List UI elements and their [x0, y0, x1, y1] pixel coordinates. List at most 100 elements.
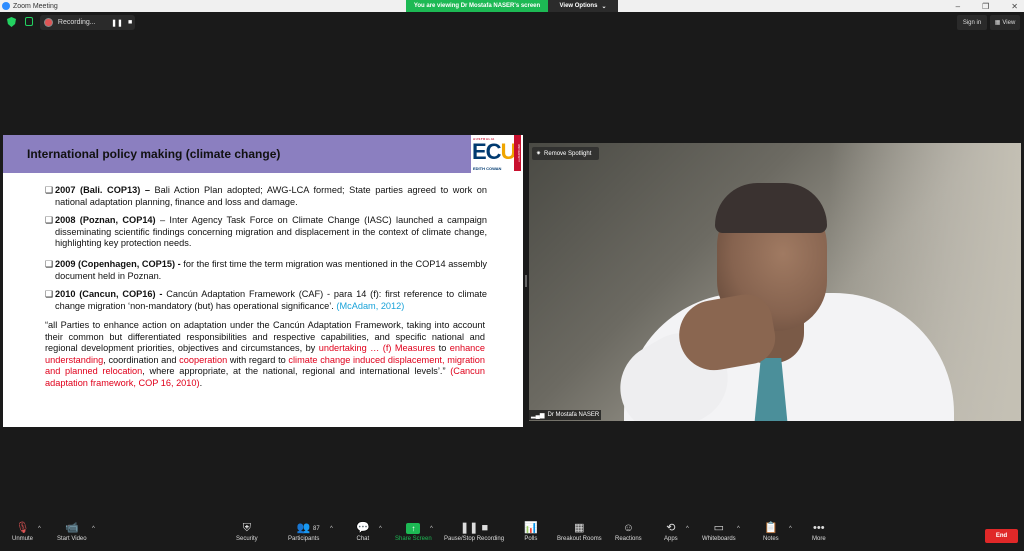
- quote-text: .: [199, 377, 203, 388]
- remove-spotlight-button[interactable]: ✷ Remove Spotlight: [532, 147, 599, 160]
- view-options-label: View Options: [559, 3, 598, 9]
- signal-strength-icon: ▂▄▆: [531, 412, 545, 419]
- notes-icon: 📋: [763, 522, 778, 534]
- chevron-up-icon[interactable]: ^: [686, 526, 689, 532]
- chevron-up-icon[interactable]: ^: [92, 526, 95, 532]
- window-title: Zoom Meeting: [13, 2, 58, 10]
- chevron-up-icon[interactable]: ^: [737, 526, 740, 532]
- shared-screen-slide: International policy making (climate cha…: [3, 135, 523, 427]
- unmute-label: Unmute: [12, 536, 34, 542]
- apps-button[interactable]: ⟲ Apps: [664, 521, 678, 549]
- chevron-up-icon[interactable]: ^: [38, 526, 41, 532]
- spotlight-icon: ✷: [536, 151, 542, 157]
- quote-highlight: cooperation: [179, 354, 228, 365]
- whiteboard-icon: ▭: [713, 522, 725, 534]
- cancun-quote: “all Parties to enhance action on adapta…: [45, 320, 485, 390]
- reactions-button[interactable]: ☺ Reactions: [615, 521, 642, 549]
- chat-button[interactable]: 💬 Chat: [356, 521, 370, 549]
- logo-ec: EC: [472, 139, 502, 164]
- ecu-logo: AUSTRALIA ECU EDITH COWAN UNIVERSITY: [471, 135, 523, 173]
- bullet-item: ❑ 2008 (Poznan, COP14) – Inter Agency Ta…: [45, 215, 487, 250]
- share-arrow-icon: ↑: [406, 523, 421, 534]
- speaker-video[interactable]: [529, 143, 1021, 421]
- breakout-rooms-button[interactable]: ▦ Breakout Rooms: [557, 521, 602, 549]
- recording-indicator: Recording... ❚❚ ■: [40, 15, 135, 30]
- polls-label: Polls: [524, 536, 538, 542]
- participant-name: Dr Mostafa NASER: [547, 412, 600, 418]
- share-screen-label: Share Screen: [395, 536, 432, 542]
- slide-header: International policy making (climate cha…: [3, 135, 471, 173]
- pause-stop-recording-button[interactable]: ❚❚ ■ Pause/Stop Recording: [444, 521, 504, 549]
- whiteboards-button[interactable]: ▭ Whiteboards: [702, 521, 736, 549]
- apps-icon: ⟲: [666, 522, 676, 534]
- participants-count: 87: [313, 526, 320, 532]
- logo-edith-cowan-text: EDITH COWAN: [473, 166, 502, 171]
- more-button[interactable]: ••• More: [812, 521, 826, 549]
- whiteboards-label: Whiteboards: [702, 536, 736, 542]
- checkbox-bullet-icon: ❑: [45, 215, 54, 225]
- chat-icon: 💬: [356, 522, 370, 534]
- pause-icon[interactable]: ❚❚: [111, 19, 123, 27]
- breakout-rooms-label: Breakout Rooms: [557, 536, 602, 542]
- bullet-heading: 2009 (Copenhagen, COP15) -: [55, 259, 181, 269]
- chat-label: Chat: [356, 536, 370, 542]
- sign-in-button[interactable]: Sign in: [957, 15, 987, 30]
- notes-label: Notes: [763, 536, 779, 542]
- view-button[interactable]: ▦ View: [990, 15, 1020, 30]
- checkbox-bullet-icon: ❑: [45, 185, 54, 195]
- bar-chart-icon: 📊: [524, 522, 538, 534]
- meeting-top-bar: [0, 12, 1024, 34]
- quote-text: , coordination and: [103, 354, 180, 365]
- chevron-up-icon[interactable]: ^: [379, 526, 382, 532]
- apps-label: Apps: [664, 536, 678, 542]
- view-options-button[interactable]: View Options ⌄: [548, 0, 618, 12]
- shield-icon: ⛨: [242, 522, 251, 534]
- minimize-icon[interactable]: –: [956, 2, 960, 11]
- checkbox-bullet-icon: ❑: [45, 259, 54, 269]
- reactions-label: Reactions: [615, 536, 642, 542]
- window-controls: – ❐ ✕: [956, 0, 1018, 12]
- notes-button[interactable]: 📋 Notes: [763, 521, 779, 549]
- chevron-up-icon[interactable]: ^: [430, 526, 433, 532]
- pause-stop-icon: ❚❚ ■: [459, 522, 489, 534]
- quote-highlight: undertaking … (f) Measures: [318, 343, 436, 354]
- start-video-label: Start Video: [57, 536, 87, 542]
- security-button[interactable]: ⛨ Security: [236, 521, 258, 549]
- bullet-item: ❑ 2007 (Bali. COP13) – Bali Action Plan …: [45, 185, 487, 208]
- pause-stop-recording-label: Pause/Stop Recording: [444, 536, 505, 542]
- quote-text: , where appropriate, at the national, re…: [142, 366, 451, 377]
- bullet-item: ❑ 2010 (Cancun, COP16) - Cancún Adaptati…: [45, 289, 487, 312]
- chevron-up-icon[interactable]: ^: [789, 526, 792, 532]
- bullet-item: ❑ 2009 (Copenhagen, COP15) - for the fir…: [45, 259, 487, 282]
- bullet-heading: 2010 (Cancun, COP16) -: [55, 289, 163, 299]
- zoom-app-icon: [2, 2, 10, 10]
- security-label: Security: [236, 536, 258, 542]
- end-meeting-button[interactable]: End: [985, 529, 1018, 543]
- logo-ecu-text: ECU: [472, 139, 516, 165]
- encryption-icon[interactable]: [25, 17, 33, 26]
- polls-button[interactable]: 📊 Polls: [524, 521, 538, 549]
- citation: (McAdam, 2012): [336, 300, 405, 311]
- participant-name-tag: ▂▄▆ Dr Mostafa NASER: [529, 410, 601, 420]
- speaker-hair: [715, 183, 827, 233]
- share-screen-button[interactable]: ↑ Share Screen: [395, 521, 432, 549]
- close-icon[interactable]: ✕: [1011, 2, 1018, 11]
- unmute-button[interactable]: 🎙 Unmute: [12, 521, 33, 549]
- start-video-button[interactable]: 📹 Start Video: [57, 521, 87, 549]
- microphone-muted-icon: 🎙: [15, 522, 30, 534]
- bullet-heading: 2008 (Poznan, COP14): [55, 215, 156, 225]
- view-label: View: [1002, 19, 1016, 26]
- participants-label: Participants: [288, 536, 320, 542]
- logo-university-text: UNIVERSITY: [514, 135, 521, 171]
- smile-icon: ☺: [622, 522, 634, 534]
- people-icon: 👥: [296, 522, 311, 534]
- quote-text: to: [435, 343, 450, 354]
- more-label: More: [812, 536, 826, 542]
- more-icon: •••: [813, 522, 825, 534]
- stop-icon[interactable]: ■: [125, 19, 135, 26]
- bullet-heading: 2007 (Bali. COP13) –: [55, 185, 150, 195]
- remove-spotlight-label: Remove Spotlight: [544, 150, 592, 157]
- restore-icon[interactable]: ❐: [982, 2, 989, 11]
- split-view-handle[interactable]: [525, 275, 527, 287]
- chevron-up-icon[interactable]: ^: [330, 526, 333, 532]
